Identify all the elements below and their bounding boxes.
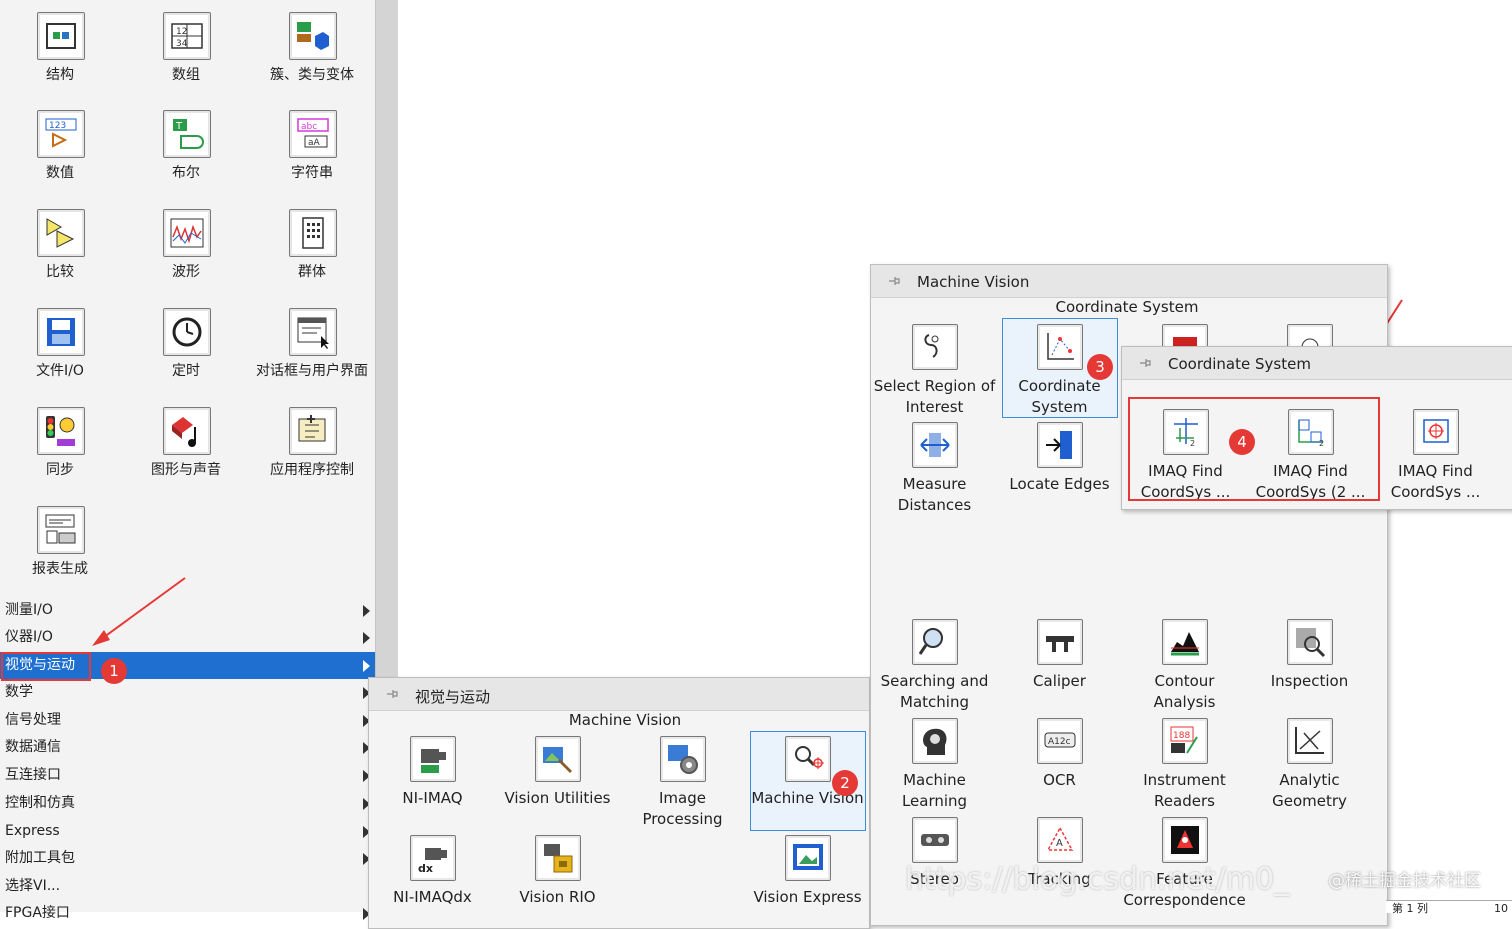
- item-label: Inspection: [1270, 672, 1349, 690]
- item-label: Select Region of Interest: [873, 377, 996, 416]
- section-title: Coordinate System: [1055, 298, 1199, 316]
- find-coordsys-target-icon: [1413, 409, 1459, 455]
- step-badge: 3: [1087, 354, 1113, 380]
- locate-edges-icon: [1037, 422, 1083, 468]
- contour-icon: [1162, 619, 1208, 665]
- panel-header: Machine Vision: [871, 265, 1387, 298]
- tracking-icon: A: [1037, 817, 1083, 863]
- item-label: Contour Analysis: [1153, 672, 1216, 711]
- magnifier-icon: [785, 736, 831, 782]
- camera-dx-icon: dx: [410, 835, 456, 881]
- vision-motion-panel: 视觉与运动 Machine Vision NI-IMAQ Vision Util…: [368, 677, 870, 929]
- machine-learning-icon: [912, 718, 958, 764]
- section-title: Machine Vision: [568, 711, 682, 729]
- status-cell: 第 1 列: [1392, 902, 1428, 915]
- watermark-url: https://blog.csdn.net/m0_: [905, 862, 1290, 897]
- svg-text:188: 188: [1173, 731, 1190, 741]
- panel-header: Coordinate System: [1122, 347, 1512, 380]
- step-badge: 4: [1229, 429, 1255, 455]
- item-label: Coordinate System: [1018, 377, 1101, 416]
- coordinate-system-panel: Coordinate System 2 IMAQ Find CoordSys .…: [1121, 346, 1512, 510]
- svg-text:dx: dx: [418, 862, 433, 875]
- status-fragment: 第 1 列 10: [1386, 900, 1512, 915]
- item-label: Analytic Geometry: [1272, 771, 1347, 810]
- highlight-box: [1128, 397, 1380, 501]
- svg-text:A: A: [1056, 838, 1063, 849]
- item-label: Measure Distances: [897, 475, 972, 514]
- pin-icon[interactable]: [1138, 356, 1152, 370]
- select-roi-icon: [912, 324, 958, 370]
- vision-rio-icon: [535, 835, 581, 881]
- stereo-icon: [912, 817, 958, 863]
- magnifier-icon: [912, 619, 958, 665]
- svg-text:A12c: A12c: [1048, 737, 1071, 747]
- instrument-readers-icon: 188: [1162, 718, 1208, 764]
- item-label: NI-IMAQ: [402, 789, 463, 807]
- item-label: Machine Learning: [901, 771, 968, 810]
- panel-title: 视觉与运动: [415, 688, 491, 706]
- pin-icon[interactable]: [887, 274, 901, 288]
- status-num: 10: [1494, 902, 1508, 915]
- item-label: Image Processing: [642, 789, 723, 828]
- coordinate-system-icon: [1037, 324, 1083, 370]
- item-label: Searching and Matching: [880, 672, 989, 711]
- feature-correspondence-icon: [1162, 817, 1208, 863]
- item-label: Vision RIO: [519, 888, 596, 906]
- item-label: NI-IMAQdx: [393, 888, 472, 906]
- step-badge: 2: [832, 770, 858, 796]
- ocr-icon: A12c: [1037, 718, 1083, 764]
- vision-utilities-icon: [535, 736, 581, 782]
- item-label: IMAQ Find CoordSys ...: [1390, 462, 1481, 501]
- panel-title: Machine Vision: [917, 273, 1030, 291]
- item-label: Caliper: [1033, 672, 1086, 690]
- panel-title: Coordinate System: [1168, 355, 1311, 373]
- watermark-site: @稀土掘金技术社区: [1328, 871, 1481, 891]
- inspection-icon: [1287, 619, 1333, 665]
- item-label: Locate Edges: [1009, 475, 1110, 493]
- item-label: OCR: [1043, 771, 1076, 789]
- camera-icon: [410, 736, 456, 782]
- item-label: Instrument Readers: [1143, 771, 1226, 810]
- caliper-icon: [1037, 619, 1083, 665]
- vision-express-icon: [785, 835, 831, 881]
- pin-icon[interactable]: [385, 687, 399, 701]
- panel-header: 视觉与运动: [369, 678, 869, 711]
- measure-distances-icon: [912, 422, 958, 468]
- item-label: Vision Utilities: [504, 789, 611, 807]
- analytic-geometry-icon: [1287, 718, 1333, 764]
- image-processing-icon: [660, 736, 706, 782]
- item-label: Vision Express: [753, 888, 862, 906]
